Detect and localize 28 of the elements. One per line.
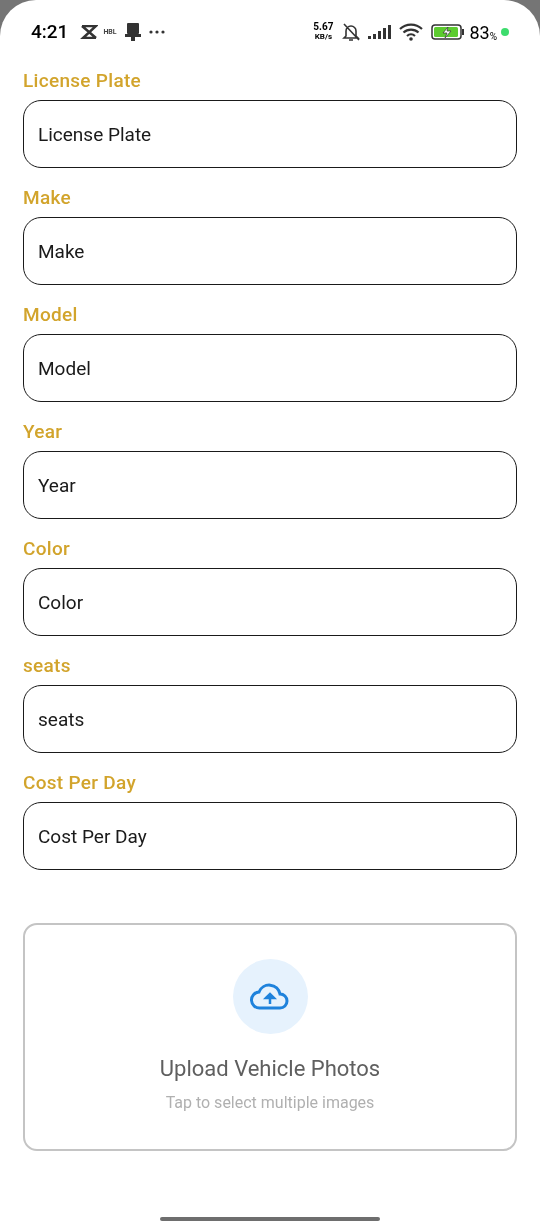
field-label: Model xyxy=(23,302,79,328)
field-label: Color xyxy=(23,536,72,562)
field-label: Year xyxy=(23,419,64,445)
input-field[interactable]: Color xyxy=(23,568,517,636)
input-field[interactable]: Make xyxy=(23,217,517,285)
wifi-icon xyxy=(399,23,424,41)
bell-off-icon xyxy=(341,22,362,42)
more-icon xyxy=(148,30,165,34)
upload-title: Upload Vehicle Photos xyxy=(159,1055,381,1083)
signal-icon xyxy=(368,25,393,39)
field-label: Cost Per Day xyxy=(23,770,138,796)
field-label: License Plate xyxy=(23,68,143,94)
input-field[interactable]: Year xyxy=(23,451,517,519)
input-field[interactable]: Model xyxy=(23,334,517,402)
speed-unit: KB/s xyxy=(314,32,332,42)
input-field[interactable]: License Plate xyxy=(23,100,517,168)
clock: 4:21 xyxy=(31,18,69,45)
battery-percent: 83 xyxy=(469,20,490,45)
field-label: Make xyxy=(23,185,72,211)
input-field[interactable]: Cost Per Day xyxy=(23,802,517,870)
upload-area[interactable]: Upload Vehicle Photos Tap to select multiple images xyxy=(23,923,517,1151)
upload-subtitle: Tap to select multiple images xyxy=(165,1092,375,1114)
input-field[interactable]: seats xyxy=(23,685,517,753)
battery-charging-icon xyxy=(431,24,466,40)
home-indicator[interactable] xyxy=(160,1217,380,1221)
speed-value: 5.67 xyxy=(313,22,334,32)
percent-sign: % xyxy=(489,31,497,44)
field-label: seats xyxy=(23,653,72,679)
